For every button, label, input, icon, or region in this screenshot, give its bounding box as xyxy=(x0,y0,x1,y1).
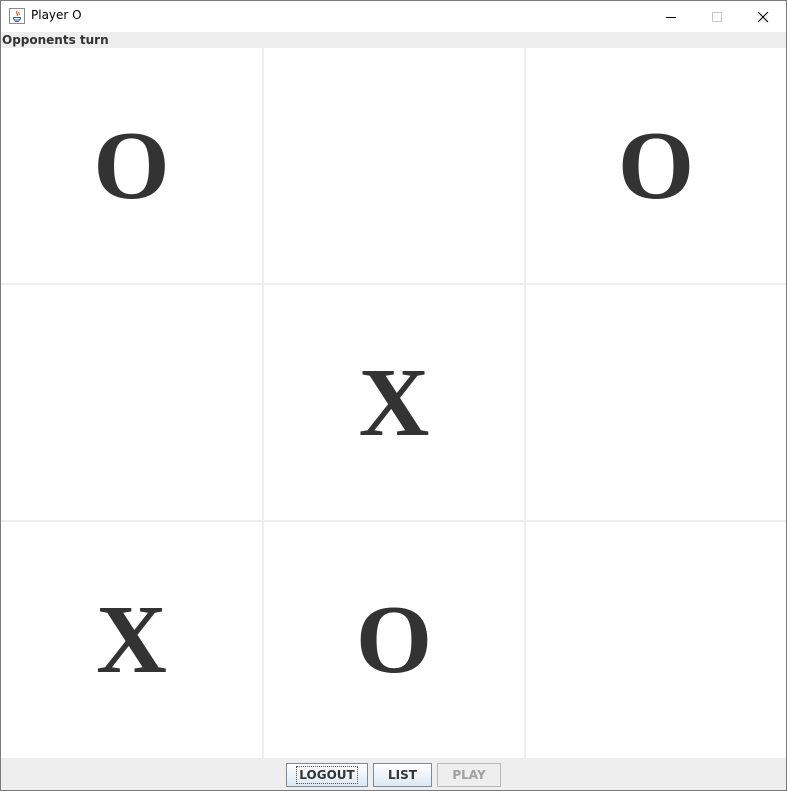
logout-button-label: LOGOUT xyxy=(296,766,358,784)
close-button[interactable] xyxy=(740,1,786,32)
title-bar[interactable]: Player O xyxy=(1,1,786,32)
close-icon xyxy=(757,11,769,22)
play-button-label: PLAY xyxy=(452,768,486,782)
cell-mark: O xyxy=(617,111,695,220)
minimize-icon xyxy=(666,16,676,18)
cell-mark: O xyxy=(93,111,170,220)
logout-button[interactable]: LOGOUT xyxy=(286,763,368,787)
board-cell-2[interactable] xyxy=(264,48,524,283)
maximize-button[interactable] xyxy=(694,1,740,32)
cell-mark: X xyxy=(358,348,430,457)
app-window: Player O Opponents turn O O X X O LOGOUT… xyxy=(0,0,787,791)
play-button[interactable]: PLAY xyxy=(437,763,501,787)
minimize-button[interactable] xyxy=(648,1,694,32)
board-cell-7[interactable]: X xyxy=(1,522,262,758)
list-button[interactable]: LIST xyxy=(373,763,432,787)
java-app-icon xyxy=(9,8,25,24)
status-bar: Opponents turn xyxy=(1,32,786,48)
turn-status-label: Opponents turn xyxy=(2,33,109,47)
board-cell-6[interactable] xyxy=(526,285,786,520)
cell-mark: O xyxy=(355,586,433,694)
maximize-icon xyxy=(712,11,722,22)
window-title: Player O xyxy=(31,8,82,22)
list-button-label: LIST xyxy=(388,768,417,782)
board-cell-5[interactable]: X xyxy=(264,285,524,520)
board-cell-1[interactable]: O xyxy=(1,48,262,283)
board-cell-8[interactable]: O xyxy=(264,522,524,758)
game-board: O O X X O xyxy=(1,48,786,758)
board-cell-4[interactable] xyxy=(1,285,262,520)
button-bar: LOGOUT LIST PLAY xyxy=(1,758,786,790)
board-cell-3[interactable]: O xyxy=(526,48,786,283)
cell-mark: X xyxy=(96,586,167,694)
board-cell-9[interactable] xyxy=(526,522,786,758)
